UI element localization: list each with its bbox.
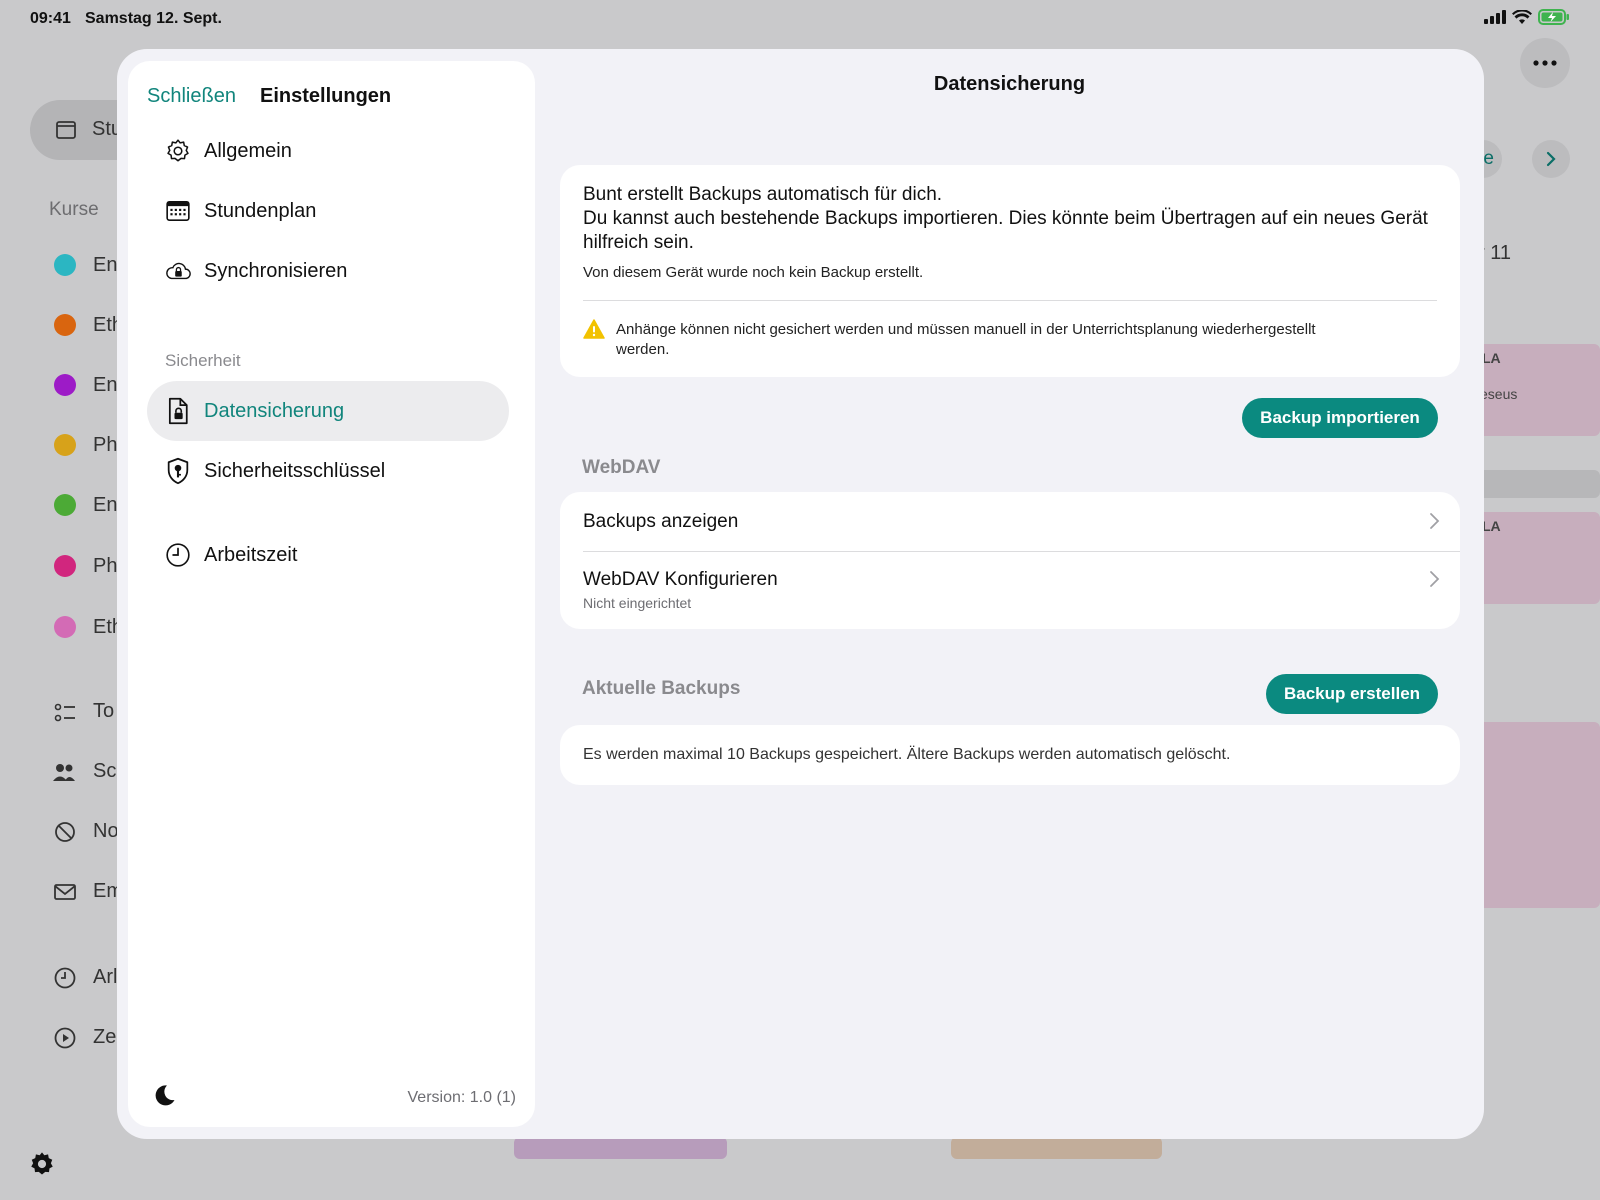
course-label: En — [93, 494, 118, 516]
sidebar-title: Einstellungen — [260, 85, 392, 107]
course-dot — [54, 314, 76, 336]
document-lock-icon — [164, 397, 192, 425]
course-label: Ph — [93, 555, 118, 577]
bg-lesson-label: LA — [1482, 350, 1501, 366]
warning-text: Anhänge können nicht gesichert werden un… — [616, 321, 1316, 358]
bg-lesson-block — [951, 1137, 1162, 1159]
bg-nav-label: No — [93, 820, 119, 842]
shield-key-icon — [164, 457, 192, 485]
row-title: Backups anzeigen — [583, 511, 739, 532]
calendar-icon — [56, 121, 76, 139]
row-subtitle: Nicht eingerichtet — [583, 595, 692, 611]
envelope-icon — [54, 884, 76, 900]
import-backup-button[interactable]: Backup importieren — [1242, 398, 1438, 438]
info-text: Bunt erstellt Backups automatisch für di… — [583, 183, 1433, 255]
sidebar-item-arbeitszeit[interactable]: Arbeitszeit — [147, 525, 509, 585]
gear-icon — [164, 137, 192, 165]
page-title: Datensicherung — [933, 73, 1086, 95]
configure-webdav-row[interactable]: WebDAV Konfigurieren Nicht eingerichtet — [560, 552, 1460, 629]
bg-next-arrow — [1532, 140, 1570, 178]
no-symbol-icon — [55, 822, 75, 842]
bg-lesson-block — [514, 1137, 727, 1159]
backup-info-card: Bunt erstellt Backups automatisch für di… — [560, 165, 1460, 377]
course-dot — [54, 555, 76, 577]
sidebar-item-stundenplan[interactable]: Stundenplan — [147, 181, 509, 241]
settings-modal: Schließen Einstellungen Allgemein Stunde… — [117, 49, 1484, 1139]
clock-icon — [164, 541, 192, 569]
settings-sidebar: Schließen Einstellungen Allgemein Stunde… — [128, 61, 535, 1127]
course-label: Ph — [93, 434, 118, 456]
ellipsis-icon — [1533, 60, 1557, 66]
checklist-icon — [54, 703, 75, 722]
people-icon — [53, 764, 75, 781]
course-dot — [54, 494, 76, 516]
section-current-backups: Aktuelle Backups — [582, 678, 741, 699]
bg-lesson-label: LA — [1482, 518, 1501, 534]
bg-section-label: Kurse — [49, 199, 99, 220]
section-webdav: WebDAV — [582, 457, 661, 478]
bg-nav-label: Arl — [93, 966, 118, 988]
course-dot — [54, 374, 76, 396]
sidebar-item-synchronisieren[interactable]: Synchronisieren — [147, 241, 509, 301]
backups-note-text: Es werden maximal 10 Backups gespeichert… — [583, 746, 1231, 763]
sidebar-section-sicherheit: Sicherheit — [165, 351, 241, 370]
webdav-card: Backups anzeigen WebDAV Konfigurieren Ni… — [560, 492, 1460, 629]
sidebar-item-label: Stundenplan — [204, 199, 317, 222]
clock-icon — [54, 967, 76, 989]
bg-nav-label: To — [93, 700, 115, 722]
sidebar-item-label: Datensicherung — [204, 399, 345, 422]
sidebar-item-label: Synchronisieren — [204, 259, 348, 282]
chevron-right-icon — [1430, 513, 1440, 529]
close-button[interactable]: Schließen — [147, 85, 236, 108]
moon-icon[interactable] — [153, 1083, 177, 1107]
create-backup-button[interactable]: Backup erstellen — [1266, 674, 1438, 714]
bg-gray-bar — [1472, 470, 1600, 498]
sidebar-item-label: Allgemein — [204, 139, 292, 162]
row-title: WebDAV Konfigurieren — [583, 569, 778, 590]
course-dot — [54, 616, 76, 638]
info-line: Du kannst auch bestehende Backups import… — [583, 208, 1428, 253]
divider — [583, 300, 1437, 301]
sidebar-item-allgemein[interactable]: Allgemein — [147, 121, 509, 181]
sidebar-item-label: Arbeitszeit — [204, 543, 298, 566]
show-backups-row[interactable]: Backups anzeigen — [560, 492, 1460, 551]
cloud-lock-icon — [164, 257, 192, 285]
gear-icon[interactable] — [28, 1150, 56, 1178]
backup-status-text: Von diesem Gerät wurde noch kein Backup … — [583, 264, 924, 281]
calendar-icon — [164, 197, 192, 225]
chevron-right-icon — [1546, 151, 1556, 167]
course-dot — [54, 254, 76, 276]
sidebar-item-datensicherung[interactable]: Datensicherung — [147, 381, 509, 441]
sidebar-item-sicherheitsschluessel[interactable]: Sicherheitsschlüssel — [147, 441, 509, 501]
course-label: En — [93, 374, 118, 396]
bg-nav-label: Ze — [93, 1026, 117, 1048]
course-dot — [54, 434, 76, 456]
play-circle-icon — [54, 1027, 76, 1049]
info-line: Bunt erstellt Backups automatisch für di… — [583, 184, 943, 205]
bg-lesson-label: eseus — [1480, 386, 1518, 402]
warning-icon — [583, 319, 605, 339]
bg-lesson-block — [1472, 722, 1600, 908]
course-label: En — [93, 254, 118, 276]
bg-nav-label: Sc — [93, 760, 117, 782]
sidebar-item-label: Sicherheitsschlüssel — [204, 459, 386, 482]
version-label: Version: 1.0 (1) — [407, 1089, 517, 1106]
more-button[interactable] — [1520, 38, 1570, 88]
backups-note-card: Es werden maximal 10 Backups gespeichert… — [560, 725, 1460, 785]
chevron-right-icon — [1430, 571, 1440, 587]
